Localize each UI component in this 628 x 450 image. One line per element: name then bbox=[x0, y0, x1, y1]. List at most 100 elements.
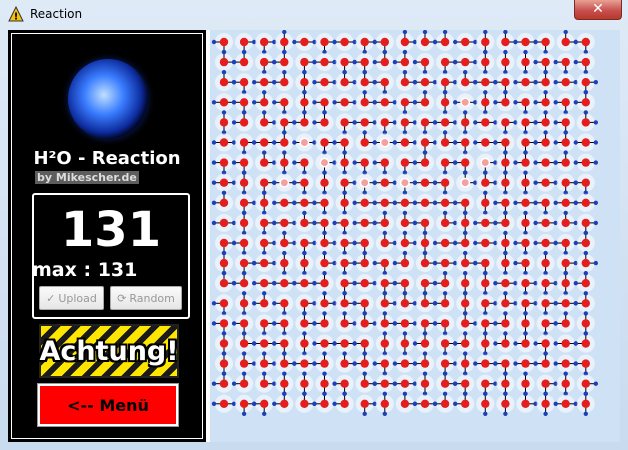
water-molecule[interactable] bbox=[533, 90, 555, 112]
water-molecule[interactable] bbox=[553, 150, 575, 172]
water-molecule[interactable] bbox=[496, 49, 515, 75]
water-molecule[interactable] bbox=[372, 354, 394, 376]
water-molecule[interactable] bbox=[533, 33, 555, 55]
water-molecule[interactable] bbox=[231, 110, 254, 132]
water-molecule[interactable] bbox=[412, 150, 434, 172]
water-molecule[interactable] bbox=[315, 170, 334, 195]
water-molecule[interactable] bbox=[496, 291, 518, 313]
water-molecule[interactable] bbox=[516, 391, 538, 413]
water-molecule[interactable] bbox=[272, 49, 294, 72]
water-molecule[interactable] bbox=[573, 53, 595, 75]
water-molecule[interactable] bbox=[332, 391, 354, 413]
water-molecule[interactable] bbox=[352, 274, 377, 293]
water-molecule[interactable] bbox=[372, 93, 397, 112]
water-molecule[interactable] bbox=[432, 30, 455, 51]
water-molecule[interactable] bbox=[553, 130, 575, 152]
water-molecule[interactable] bbox=[255, 150, 277, 172]
water-molecule[interactable] bbox=[392, 314, 418, 333]
water-molecule[interactable] bbox=[553, 311, 575, 333]
water-molecule[interactable] bbox=[516, 170, 535, 195]
water-molecule[interactable] bbox=[453, 230, 475, 252]
water-molecule[interactable] bbox=[372, 210, 394, 232]
water-molecule[interactable] bbox=[432, 391, 455, 413]
water-molecule[interactable] bbox=[332, 93, 357, 112]
water-molecule[interactable] bbox=[272, 70, 294, 92]
water-molecule[interactable] bbox=[255, 110, 277, 132]
upload-button[interactable]: ✓ Upload bbox=[39, 286, 104, 310]
water-molecule[interactable] bbox=[573, 173, 595, 195]
water-molecule[interactable] bbox=[533, 130, 555, 152]
water-molecule[interactable] bbox=[513, 150, 535, 172]
water-molecule[interactable] bbox=[295, 250, 314, 276]
water-molecule[interactable] bbox=[295, 331, 314, 356]
water-molecule[interactable] bbox=[372, 153, 394, 175]
water-molecule[interactable] bbox=[496, 113, 518, 135]
water-molecule[interactable] bbox=[553, 93, 575, 115]
achtung-button[interactable]: Achtung! bbox=[39, 324, 179, 378]
water-molecule[interactable] bbox=[573, 354, 595, 376]
water-molecule[interactable] bbox=[312, 351, 334, 373]
water-molecule[interactable] bbox=[372, 254, 394, 276]
water-molecule[interactable] bbox=[496, 170, 515, 195]
water-molecule[interactable] bbox=[533, 351, 555, 373]
water-molecule[interactable] bbox=[493, 311, 515, 333]
water-molecule[interactable] bbox=[476, 190, 495, 215]
water-molecule[interactable] bbox=[416, 371, 434, 396]
water-molecule[interactable] bbox=[576, 250, 598, 273]
water-molecule[interactable] bbox=[211, 153, 233, 175]
water-molecule[interactable] bbox=[453, 53, 478, 72]
water-molecule[interactable] bbox=[556, 371, 575, 396]
water-molecule[interactable] bbox=[315, 250, 337, 273]
water-molecule[interactable] bbox=[375, 291, 397, 313]
water-molecule[interactable] bbox=[231, 73, 254, 95]
water-molecule[interactable] bbox=[275, 150, 294, 175]
water-molecule[interactable] bbox=[536, 250, 555, 276]
water-molecule[interactable] bbox=[536, 391, 555, 416]
water-molecule[interactable] bbox=[272, 294, 294, 316]
close-button[interactable]: ✕ bbox=[574, 0, 622, 20]
water-molecule[interactable] bbox=[533, 173, 558, 192]
water-molecule[interactable] bbox=[456, 351, 475, 376]
water-molecule[interactable] bbox=[211, 394, 237, 413]
water-molecule[interactable] bbox=[292, 110, 314, 132]
water-molecule[interactable] bbox=[355, 311, 377, 333]
water-molecule[interactable] bbox=[576, 110, 598, 132]
water-molecule[interactable] bbox=[513, 254, 535, 276]
water-molecule[interactable] bbox=[275, 230, 297, 252]
water-molecule[interactable] bbox=[553, 394, 578, 413]
water-molecule[interactable] bbox=[496, 250, 515, 276]
water-molecule[interactable] bbox=[432, 254, 458, 273]
water-molecule[interactable] bbox=[412, 331, 434, 353]
water-molecule[interactable] bbox=[252, 394, 274, 416]
water-molecule[interactable] bbox=[375, 113, 397, 135]
water-molecule[interactable] bbox=[355, 394, 377, 416]
water-molecule[interactable] bbox=[255, 371, 277, 393]
water-molecule[interactable] bbox=[432, 173, 455, 195]
water-molecule[interactable] bbox=[536, 274, 558, 296]
water-molecule[interactable] bbox=[476, 90, 495, 115]
water-molecule[interactable] bbox=[292, 173, 314, 195]
water-molecule[interactable] bbox=[255, 351, 277, 373]
water-molecule[interactable] bbox=[395, 230, 418, 252]
water-molecule[interactable] bbox=[453, 391, 475, 413]
water-molecule[interactable] bbox=[453, 133, 475, 155]
water-molecule[interactable] bbox=[556, 210, 578, 232]
water-molecule[interactable] bbox=[513, 93, 535, 115]
water-molecule[interactable] bbox=[252, 254, 277, 273]
water-molecule[interactable] bbox=[553, 234, 575, 256]
water-molecule[interactable] bbox=[375, 391, 394, 416]
water-molecule[interactable] bbox=[556, 271, 575, 296]
water-molecule[interactable] bbox=[292, 153, 314, 175]
water-molecule[interactable] bbox=[553, 73, 578, 92]
water-molecule[interactable] bbox=[473, 234, 498, 252]
water-molecule[interactable] bbox=[412, 90, 434, 112]
water-molecule[interactable] bbox=[272, 213, 297, 232]
water-molecule[interactable] bbox=[476, 271, 495, 296]
water-molecule[interactable] bbox=[231, 371, 254, 393]
water-molecule[interactable] bbox=[473, 113, 498, 132]
water-molecule[interactable] bbox=[211, 213, 237, 232]
water-molecule[interactable] bbox=[456, 110, 475, 135]
water-molecule[interactable] bbox=[453, 93, 478, 112]
water-molecule[interactable] bbox=[516, 210, 535, 236]
water-molecule[interactable] bbox=[553, 53, 575, 75]
